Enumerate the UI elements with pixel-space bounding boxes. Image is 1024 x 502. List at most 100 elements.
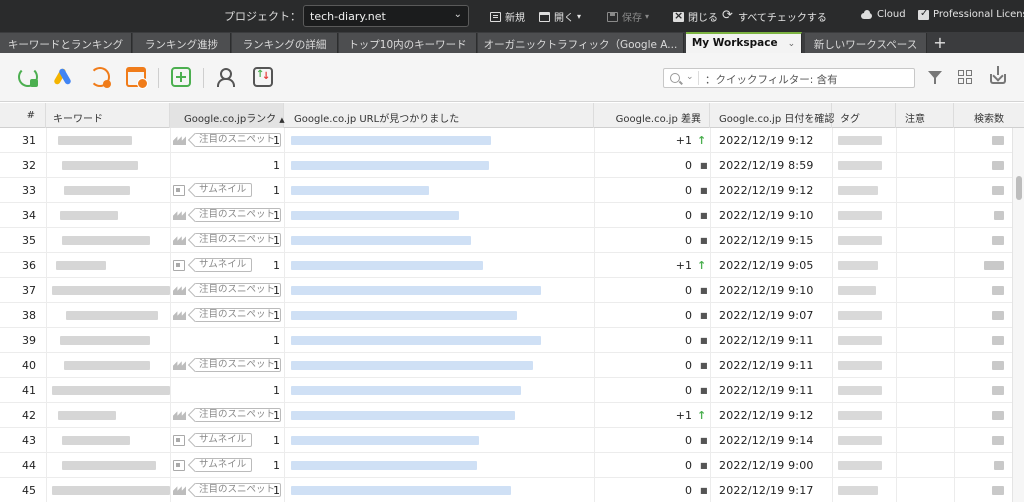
chevron-down-icon: ▾ [577, 12, 582, 21]
table-row[interactable]: 40 注目のスニペット 1 0 ■ 2022/12/19 9:11 [0, 353, 1012, 378]
sort-updown-icon[interactable] [253, 67, 273, 87]
keyword-table: 31 注目のスニペット 1 +1 ↑ 2022/12/19 9:12 32 1 0 ■ 2022/1… [0, 128, 1012, 502]
tab-my-workspace[interactable]: My Workspace ⌄ [686, 32, 802, 54]
table-row[interactable]: 43 サムネイル 1 0 ■ 2022/12/19 9:14 [0, 428, 1012, 453]
tag-redacted [838, 361, 882, 370]
found-url-redacted[interactable] [291, 336, 541, 345]
scrollbar-thumb[interactable] [1016, 176, 1022, 200]
diff-value: 0 [685, 334, 692, 347]
table-row[interactable]: 38 注目のスニペット 1 0 ■ 2022/12/19 9:07 [0, 303, 1012, 328]
table-row[interactable]: 32 1 0 ■ 2022/12/19 8:59 [0, 153, 1012, 178]
rank-value: 1 [273, 209, 280, 222]
filter-divider [698, 71, 699, 85]
check-date: 2022/12/19 9:10 [719, 284, 814, 297]
table-row[interactable]: 39 1 0 ■ 2022/12/19 9:11 [0, 328, 1012, 353]
vertical-scrollbar[interactable] [1012, 128, 1024, 502]
tab-ranking-details[interactable]: ランキングの詳細 [232, 33, 338, 53]
check-date: 2022/12/19 9:00 [719, 459, 814, 472]
diff-value: +1 [675, 259, 692, 272]
search-volume-redacted [992, 286, 1004, 295]
license-button[interactable]: Professional License [918, 8, 1024, 20]
col-header-keyword[interactable]: キーワード [46, 103, 170, 128]
table-row[interactable]: 42 注目のスニペット 1 +1 ↑ 2022/12/19 9:12 [0, 403, 1012, 428]
tag-redacted [838, 486, 878, 495]
keyword-redacted [56, 261, 106, 270]
project-select[interactable]: tech-diary.net ⌄ [303, 5, 469, 27]
table-row[interactable]: 35 注目のスニペット 1 0 ■ 2022/12/19 9:15 [0, 228, 1012, 253]
found-url-redacted[interactable] [291, 386, 521, 395]
tab-organic-traffic[interactable]: オーガニックトラフィック（Google A... [478, 33, 684, 53]
crown-icon [173, 285, 187, 295]
trend-up-icon: ↑ [697, 134, 707, 147]
table-row[interactable]: 31 注目のスニペット 1 +1 ↑ 2022/12/19 9:12 [0, 128, 1012, 153]
tab-ranking-progress[interactable]: ランキング進捗 [133, 33, 231, 53]
crown-icon [173, 210, 187, 220]
chevron-down-icon: ⌄ [453, 9, 462, 20]
image-icon [173, 459, 185, 471]
table-row[interactable]: 33 サムネイル 1 0 ■ 2022/12/19 9:12 [0, 178, 1012, 203]
tag-redacted [838, 286, 876, 295]
ads-analytics-icon[interactable] [90, 67, 111, 88]
found-url-redacted[interactable] [291, 361, 533, 370]
found-url-redacted[interactable] [291, 161, 489, 170]
users-icon[interactable] [215, 67, 235, 87]
check-date: 2022/12/19 9:10 [719, 209, 814, 222]
found-url-redacted[interactable] [291, 261, 483, 270]
table-row[interactable]: 41 1 0 ■ 2022/12/19 9:11 [0, 378, 1012, 403]
check-all-button[interactable]: すべてチェックする [722, 8, 827, 25]
col-header-search-volume[interactable]: 検索数 [954, 103, 1012, 128]
found-url-redacted[interactable] [291, 311, 517, 320]
new-doc-icon [490, 11, 501, 22]
found-url-redacted[interactable] [291, 461, 477, 470]
col-header-tag[interactable]: タグ [832, 103, 896, 128]
keyword-redacted [52, 486, 170, 495]
save-button[interactable]: 保存 ▾ [607, 9, 649, 24]
quick-filter-input[interactable]: ：クイックフィルター: 含有 [705, 72, 838, 87]
funnel-filter-icon[interactable] [927, 69, 943, 85]
rank-value: 1 [273, 284, 280, 297]
trend-same-icon: ■ [700, 211, 708, 220]
found-url-redacted[interactable] [291, 486, 511, 495]
table-row[interactable]: 36 サムネイル 1 +1 ↑ 2022/12/19 9:05 [0, 253, 1012, 278]
search-volume-redacted [992, 186, 1004, 195]
found-url-redacted[interactable] [291, 436, 479, 445]
found-url-redacted[interactable] [291, 286, 541, 295]
found-url-redacted[interactable] [291, 136, 491, 145]
new-button[interactable]: 新規 [490, 9, 525, 24]
col-header-notes[interactable]: 注意 [896, 103, 954, 128]
col-header-num[interactable]: # [0, 103, 46, 128]
project-label: プロジェクト： [224, 10, 301, 23]
col-header-rank[interactable]: Google.co.jpランク ▲ [170, 103, 285, 128]
refresh-rankings-icon[interactable] [18, 67, 38, 87]
found-url-redacted[interactable] [291, 211, 459, 220]
found-url-redacted[interactable] [291, 411, 515, 420]
tab-top10-keywords[interactable]: トップ10内のキーワード [339, 33, 477, 53]
chevron-down-icon[interactable]: ⌄ [788, 39, 796, 49]
google-ads-icon[interactable] [52, 67, 72, 87]
found-url-redacted[interactable] [291, 186, 429, 195]
schedule-icon[interactable] [126, 67, 148, 89]
table-row[interactable]: 34 注目のスニペット 1 0 ■ 2022/12/19 9:10 [0, 203, 1012, 228]
crown-icon [173, 135, 187, 145]
keyword-redacted [58, 411, 116, 420]
quick-filter[interactable]: ⌄ ：クイックフィルター: 含有 [663, 68, 915, 88]
found-url-redacted[interactable] [291, 236, 471, 245]
export-icon[interactable] [990, 66, 1006, 84]
tab-new-workspace[interactable]: 新しいワークスペース [805, 33, 927, 53]
table-row[interactable]: 44 サムネイル 1 0 ■ 2022/12/19 9:00 [0, 453, 1012, 478]
add-keyword-icon[interactable] [171, 67, 191, 87]
search-volume-redacted [992, 236, 1004, 245]
tab-keywords-rankings[interactable]: キーワードとランキング [0, 33, 132, 53]
table-row[interactable]: 45 注目のスニペット 1 0 ■ 2022/12/19 9:17 [0, 478, 1012, 502]
chevron-down-icon[interactable]: ⌄ [686, 72, 694, 82]
open-button[interactable]: 開く ▾ [539, 9, 581, 24]
col-header-url[interactable]: Google.co.jp URLが見つかりました [284, 103, 594, 128]
col-header-date[interactable]: Google.co.jp 日付を確認 [710, 103, 834, 128]
table-row[interactable]: 37 注目のスニペット 1 0 ■ 2022/12/19 9:10 [0, 278, 1012, 303]
table-header: # キーワード Google.co.jpランク ▲ Google.co.jp UR… [0, 103, 1024, 128]
close-button[interactable]: 閉じる [673, 9, 718, 24]
grid-view-icon[interactable] [958, 70, 972, 84]
cloud-button[interactable]: Cloud [861, 9, 906, 20]
col-header-diff[interactable]: Google.co.jp 差異 [594, 103, 710, 128]
add-tab-button[interactable]: + [930, 33, 950, 53]
